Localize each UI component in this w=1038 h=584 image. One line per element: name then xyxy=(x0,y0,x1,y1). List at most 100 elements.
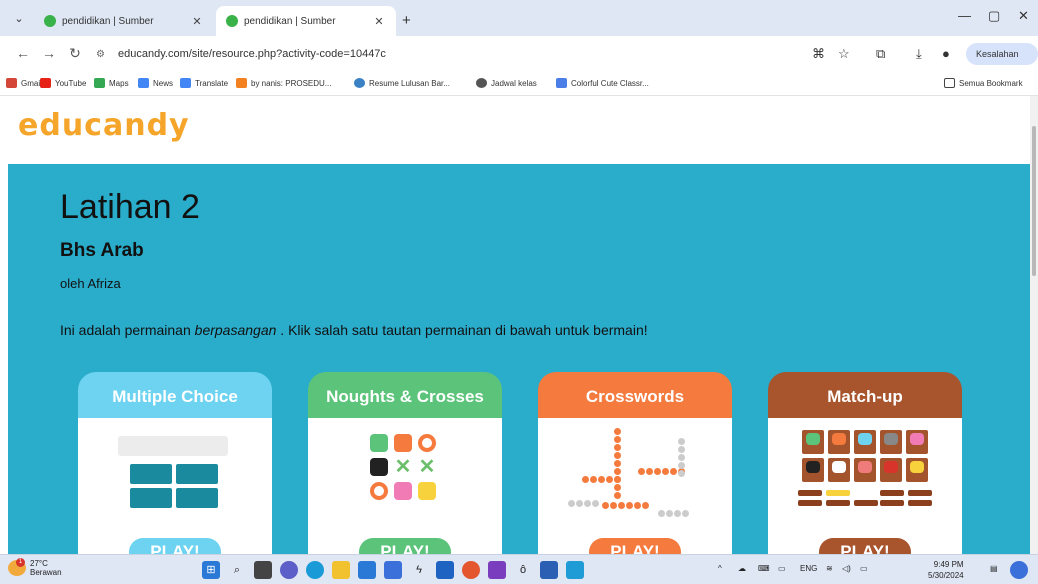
reload-icon[interactable]: ↻ xyxy=(66,45,84,62)
back-icon[interactable]: ← xyxy=(14,45,32,61)
match-slot xyxy=(880,500,904,506)
task-view-icon[interactable] xyxy=(254,561,272,579)
preview-option xyxy=(176,464,218,484)
profile-error-button[interactable]: Kesalahan ⋮ xyxy=(966,43,1038,81)
play-button[interactable]: PLAY! xyxy=(589,538,681,554)
resume-icon xyxy=(354,78,365,88)
all-bookmarks[interactable]: Semua Bookmark xyxy=(944,78,1023,88)
game-card-multiple-choice[interactable]: Multiple Choice PLAY! xyxy=(78,372,272,554)
download-icon[interactable]: ⤓ xyxy=(916,46,922,62)
tab-inactive[interactable]: pendidikan | Sumber ✕ xyxy=(34,6,214,36)
bookmark-resume[interactable]: Resume Lulusan Bar... xyxy=(354,78,450,88)
game-card-noughts-crosses[interactable]: Noughts & Crosses ✕ ✕ PLAY! xyxy=(308,372,502,554)
copilot-icon[interactable]: ô xyxy=(514,561,532,579)
start-icon[interactable]: ⊞ xyxy=(202,561,220,579)
crossword-cell xyxy=(678,470,685,477)
weather-icon: 1 xyxy=(8,558,26,576)
play-button[interactable]: PLAY! xyxy=(819,538,911,554)
file-explorer-icon[interactable] xyxy=(332,561,350,579)
monster-icon xyxy=(418,482,436,500)
mail-icon[interactable] xyxy=(358,561,376,579)
match-slot xyxy=(908,500,932,506)
bookmark-translate[interactable]: Translate xyxy=(180,78,228,88)
url-text: educandy.com/site/resource.php?activity-… xyxy=(118,48,386,60)
battery-icon[interactable]: ▭ xyxy=(860,564,868,573)
nought-icon xyxy=(370,482,388,500)
scrollbar-thumb[interactable] xyxy=(1032,126,1036,276)
restore-icon[interactable]: ▢ xyxy=(988,8,1000,24)
volume-icon[interactable]: ◁) xyxy=(842,564,851,573)
bookmark-prosedu[interactable]: by nanis: PROSEDU... xyxy=(236,78,331,88)
browser-toolbar: ← → ↻ ⚙ educandy.com/site/resource.php?a… xyxy=(0,36,1038,81)
crossword-cell xyxy=(614,476,621,483)
crossword-cell xyxy=(678,454,685,461)
bookmark-jadwal[interactable]: Jadwal kelas xyxy=(476,78,537,88)
instruction-text: Ini adalah permainan xyxy=(60,322,195,338)
language-indicator[interactable]: ENG xyxy=(800,564,817,573)
new-tab-button[interactable]: + xyxy=(402,12,411,29)
address-bar[interactable]: ⚙ educandy.com/site/resource.php?activit… xyxy=(96,42,796,66)
weather-widget[interactable]: 1 27°C Berawan xyxy=(8,558,62,577)
bookmark-star-icon[interactable]: ☆ xyxy=(838,46,850,62)
play-button[interactable]: PLAY! xyxy=(359,538,451,554)
meet-icon[interactable] xyxy=(280,561,298,579)
clock-date: 5/30/2024 xyxy=(928,571,964,580)
card-title: Multiple Choice xyxy=(78,372,272,418)
minimize-icon[interactable]: — xyxy=(958,8,971,23)
crossword-cell xyxy=(658,510,665,517)
bookmark-label: Jadwal kelas xyxy=(491,78,537,88)
chrome-icon[interactable] xyxy=(462,561,480,579)
educandy-logo[interactable]: educandy xyxy=(18,108,190,143)
bookmark-colorful[interactable]: Colorful Cute Classr... xyxy=(556,78,649,88)
tab-active[interactable]: pendidikan | Sumber ✕ xyxy=(216,6,396,36)
bookmark-maps[interactable]: Maps xyxy=(94,78,129,88)
display-icon[interactable]: ▭ xyxy=(778,564,786,573)
bookmark-label: YouTube xyxy=(55,78,87,88)
show-hidden-icons[interactable]: ^ xyxy=(718,564,722,573)
bookmark-label: Colorful Cute Classr... xyxy=(571,78,649,88)
word-icon[interactable] xyxy=(540,561,558,579)
crossword-cell xyxy=(618,502,625,509)
clock[interactable]: 9:49 PM 5/30/2024 xyxy=(928,559,964,581)
crossword-cell xyxy=(646,468,653,475)
close-tab-icon[interactable]: ✕ xyxy=(190,15,204,28)
dropbox-icon[interactable] xyxy=(384,561,402,579)
onenote-icon[interactable] xyxy=(488,561,506,579)
profile-icon[interactable]: ● xyxy=(942,46,950,61)
tab-search-chevron-icon[interactable]: ⌄ xyxy=(10,10,28,28)
onedrive-icon[interactable]: ☁ xyxy=(738,564,746,573)
temperature: 27°C xyxy=(30,559,48,568)
close-window-icon[interactable]: ✕ xyxy=(1018,8,1029,24)
forward-icon[interactable]: → xyxy=(40,45,58,61)
bookmark-youtube[interactable]: YouTube xyxy=(40,78,86,88)
crossword-cell xyxy=(614,492,621,499)
match-slot xyxy=(826,490,850,496)
play-button[interactable]: PLAY! xyxy=(129,538,221,554)
weather-condition: Berawan xyxy=(30,568,62,577)
notification-icon[interactable]: ▤ xyxy=(990,564,998,573)
page-scrollbar[interactable] xyxy=(1030,96,1038,554)
copilot-taskbar-icon[interactable] xyxy=(1010,561,1028,579)
keyboard-icon[interactable]: ⌨ xyxy=(758,564,770,573)
game-card-crosswords[interactable]: Crosswords PLAY! xyxy=(538,372,732,554)
bookmarks-bar: Gmail YouTube Maps News Translate by nan… xyxy=(0,72,1038,96)
extensions-icon[interactable]: ⧉ xyxy=(876,46,885,62)
wifi-icon[interactable]: ≋ xyxy=(826,564,833,573)
close-tab-icon[interactable]: ✕ xyxy=(372,15,386,28)
classroom-icon xyxy=(556,78,567,88)
power-automate-icon[interactable]: ϟ xyxy=(410,561,428,579)
preview-option xyxy=(130,464,172,484)
calculator-icon[interactable] xyxy=(436,561,454,579)
crossword-cell xyxy=(584,500,591,507)
card-title: Noughts & Crosses xyxy=(308,372,502,418)
edge-icon[interactable] xyxy=(306,561,324,579)
photos-icon[interactable] xyxy=(566,561,584,579)
clock-time: 9:49 PM xyxy=(933,560,964,569)
bookmark-gmail[interactable]: Gmail xyxy=(6,78,42,88)
site-settings-icon[interactable]: ⚙ xyxy=(96,49,110,60)
search-icon[interactable]: ⌕ xyxy=(228,561,246,579)
bookmark-news[interactable]: News xyxy=(138,78,173,88)
game-card-match-up[interactable]: Match-up PLAY! xyxy=(768,372,962,554)
translate-page-icon[interactable]: ⌘ xyxy=(812,46,825,62)
match-slot xyxy=(880,490,904,496)
